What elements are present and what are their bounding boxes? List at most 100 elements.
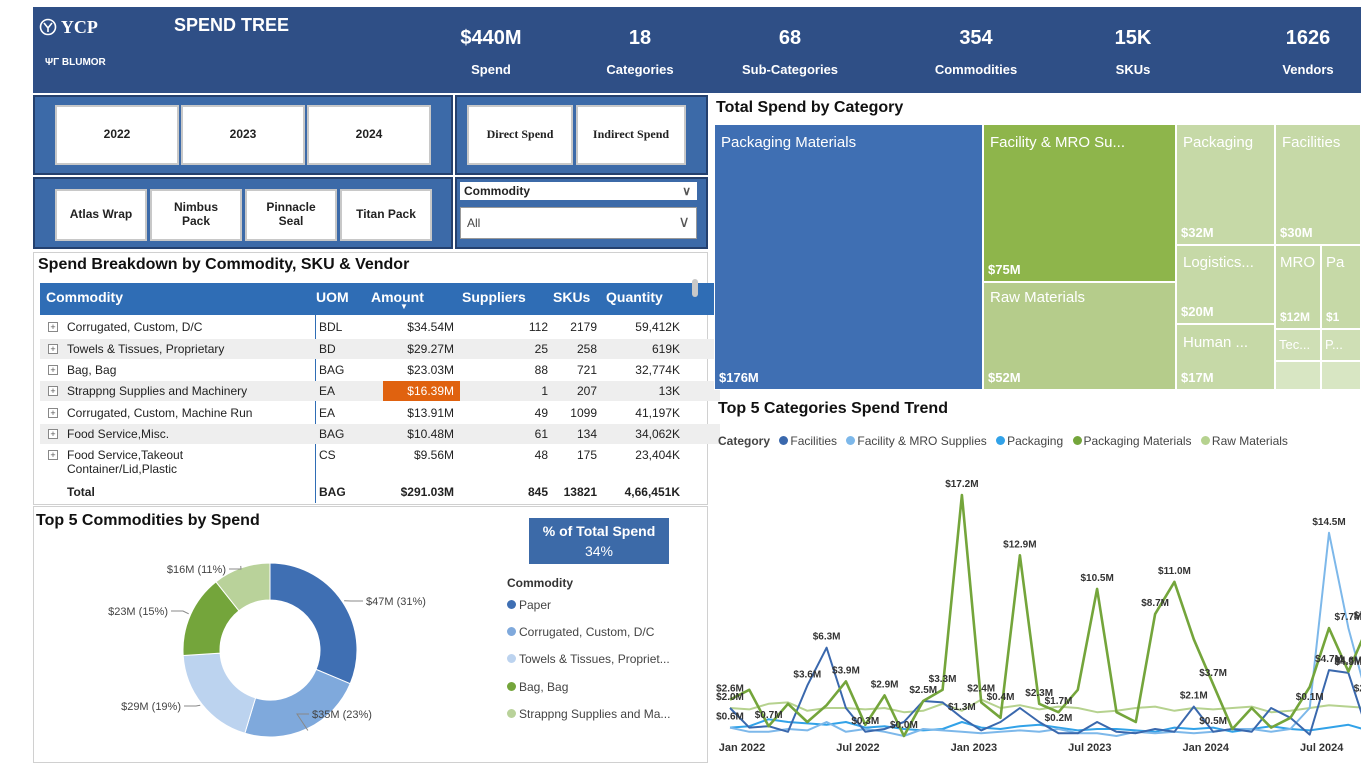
- blumor-logo: ΨΓ BLUMOR: [45, 57, 106, 68]
- donut-slice-label: $47M (31%): [366, 596, 426, 608]
- table-row[interactable]: + Corrugated, Custom, D/C BDL $34.54M 11…: [40, 317, 720, 337]
- x-tick-label: Jan 2022: [719, 742, 765, 754]
- commodity-dropdown[interactable]: All ∨: [460, 207, 697, 239]
- expand-icon[interactable]: +: [48, 450, 58, 460]
- indirect-spend-button[interactable]: Indirect Spend: [576, 105, 686, 165]
- direct-spend-button[interactable]: Direct Spend: [467, 105, 573, 165]
- expand-icon[interactable]: +: [48, 408, 58, 418]
- expand-icon[interactable]: +: [48, 386, 58, 396]
- spend-type-slicer: Direct Spend Indirect Spend: [455, 95, 708, 175]
- donut-legend-item[interactable]: Strappng Supplies and Ma...: [507, 707, 670, 721]
- cell-quantity: 34,062K: [635, 427, 680, 441]
- tile-name: Facilities: [1282, 134, 1341, 151]
- pct-card-value: 34%: [584, 543, 614, 559]
- column-header-skus[interactable]: SKUs: [553, 289, 590, 305]
- expand-icon[interactable]: +: [48, 344, 58, 354]
- column-header-uom[interactable]: UOM: [316, 289, 349, 305]
- tile-name: Pa: [1326, 254, 1345, 271]
- expand-icon[interactable]: +: [48, 322, 58, 332]
- donut-slice[interactable]: [182, 652, 257, 734]
- legend-dot-icon: [1200, 436, 1210, 445]
- column-header-amount[interactable]: Amount: [371, 289, 424, 305]
- cell-skus: 134: [576, 427, 597, 441]
- year-button-2024[interactable]: 2024: [307, 105, 431, 165]
- table-row[interactable]: + Strappng Supplies and Machinery EA $16…: [40, 381, 720, 401]
- tile-value: $30M: [1280, 225, 1313, 240]
- treemap-tile-packaging[interactable]: Packaging $32M: [1176, 124, 1275, 245]
- donut-legend-item[interactable]: Towels & Tissues, Propriet...: [507, 652, 670, 666]
- trend-legend-item[interactable]: Packaging Materials: [1084, 434, 1192, 448]
- x-tick-label: Jul 2023: [1068, 742, 1111, 754]
- treemap-tile-technology[interactable]: Tec...: [1275, 329, 1321, 361]
- tile-name: Raw Materials: [990, 289, 1086, 306]
- table-title: Spend Breakdown by Commodity, SKU & Vend…: [38, 256, 410, 273]
- treemap-tile-logistics[interactable]: Logistics... $20M: [1176, 245, 1275, 324]
- treemap-tile-facilities[interactable]: Facilities $30M: [1275, 124, 1361, 245]
- treemap-tile-human-resources[interactable]: Human ... $17M: [1176, 324, 1275, 390]
- treemap-tile-packaging-materials[interactable]: Packaging Materials $176M: [714, 124, 983, 390]
- data-label: $12.9M: [1003, 539, 1036, 550]
- data-label: $0.4M: [987, 692, 1015, 703]
- brand-button-pinnacle-seal[interactable]: Pinnacle Seal: [245, 189, 337, 241]
- donut-slice[interactable]: [244, 668, 351, 738]
- cell-suppliers: 49: [534, 406, 548, 420]
- treemap-tile-small[interactable]: [1321, 361, 1361, 390]
- donut-legend-item[interactable]: Paper: [507, 598, 551, 612]
- legend-dot-icon: [507, 682, 516, 691]
- cell-skus: 258: [576, 342, 597, 356]
- treemap-tile-mro[interactable]: MRO $12M: [1275, 245, 1321, 329]
- kpi-value: 354: [959, 27, 993, 49]
- kpi-label: Spend: [471, 62, 511, 77]
- column-header-suppliers[interactable]: Suppliers: [462, 289, 526, 305]
- kpi-label: SKUs: [1115, 62, 1151, 77]
- kpi-label: Sub-Categories: [741, 62, 839, 77]
- donut-slice[interactable]: [269, 562, 358, 685]
- brand-button-nimbus-pack[interactable]: Nimbus Pack: [150, 189, 242, 241]
- trend-legend-item[interactable]: Facilities: [790, 434, 837, 448]
- cell-uom: BAG: [319, 427, 345, 441]
- cell-amount: $34.54M: [407, 320, 454, 334]
- data-label: $3.3M: [929, 674, 957, 685]
- expand-icon[interactable]: +: [48, 429, 58, 439]
- data-label: $8.7M: [1141, 598, 1169, 609]
- brand-button-atlas-wrap[interactable]: Atlas Wrap: [55, 189, 147, 241]
- table-scrollbar[interactable]: [692, 279, 698, 297]
- kpi-label: Categories: [606, 62, 674, 77]
- treemap-tile-small[interactable]: [1275, 361, 1321, 390]
- table-row[interactable]: + Corrugated, Custom, Machine Run EA $13…: [40, 403, 720, 423]
- cell-commodity: Towels & Tissues, Proprietary: [67, 342, 225, 356]
- year-button-2022[interactable]: 2022: [55, 105, 179, 165]
- total-suppliers: 845: [527, 485, 548, 499]
- table-row[interactable]: + Food Service,Misc. BAG $10.48M 61 134 …: [40, 424, 720, 444]
- table-row[interactable]: + Towels & Tissues, Proprietary BD $29.2…: [40, 339, 720, 359]
- data-label: $7.8M: [1354, 611, 1361, 622]
- cell-skus: 175: [576, 448, 597, 462]
- table-row[interactable]: + Food Service,Takeout Container/Lid,Pla…: [40, 445, 720, 481]
- column-header-quantity[interactable]: Quantity: [606, 289, 663, 305]
- trend-legend-item[interactable]: Raw Materials: [1212, 434, 1288, 448]
- year-button-2023[interactable]: 2023: [181, 105, 305, 165]
- cell-skus: 721: [576, 363, 597, 377]
- treemap-tile-p[interactable]: P...: [1321, 329, 1361, 361]
- trend-line-chart: Jan 2022 Jul 2022 Jan 2023 Jul 2023 Jan 2024…: [716, 479, 1361, 754]
- data-label: $10.5M: [1080, 573, 1113, 584]
- column-header-commodity[interactable]: Commodity: [46, 289, 123, 305]
- cell-commodity: Corrugated, Custom, D/C: [67, 320, 203, 334]
- treemap-tile-facility-mro[interactable]: Facility & MRO Su... $75M: [983, 124, 1176, 282]
- table-row[interactable]: + Bag, Bag BAG $23.03M 88 721 32,774K: [40, 360, 720, 380]
- expand-icon[interactable]: +: [48, 365, 58, 375]
- trend-legend-item[interactable]: Facility & MRO Supplies: [857, 434, 986, 448]
- tile-name: Logistics...: [1183, 254, 1254, 271]
- trend-legend-item[interactable]: Packaging: [1007, 434, 1063, 448]
- donut-legend-item[interactable]: Bag, Bag: [507, 680, 568, 694]
- tile-name: Tec...: [1279, 337, 1311, 352]
- brand-button-titan-pack[interactable]: Titan Pack: [340, 189, 432, 241]
- treemap-tile-pa[interactable]: Pa $1: [1321, 245, 1361, 329]
- cell-quantity: 32,774K: [635, 363, 680, 377]
- legend-dot-icon: [507, 600, 516, 609]
- commodity-dropdown-header[interactable]: Commodity ∨: [460, 182, 697, 200]
- sort-desc-icon: ▼: [400, 302, 408, 311]
- cell-suppliers: 25: [534, 342, 548, 356]
- donut-legend-item[interactable]: Corrugated, Custom, D/C: [507, 625, 654, 639]
- treemap-tile-raw-materials[interactable]: Raw Materials $52M: [983, 282, 1176, 390]
